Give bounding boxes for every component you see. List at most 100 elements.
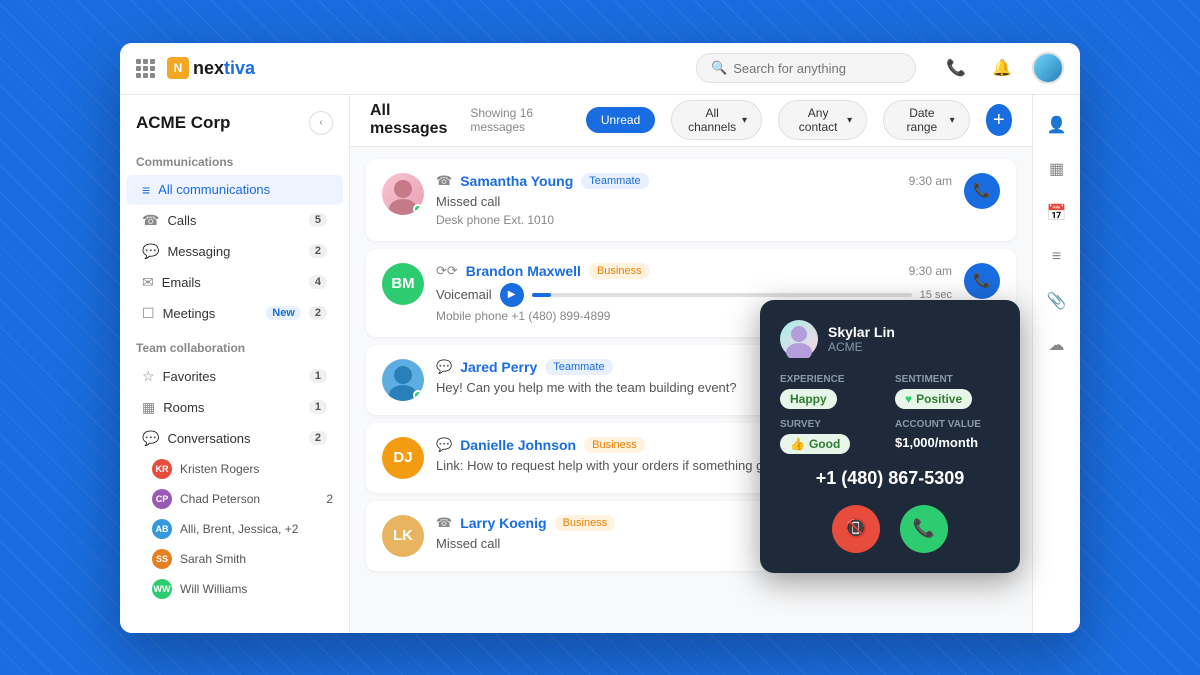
experience-label: EXPERIENCE	[780, 374, 885, 385]
message-time: 9:30 am	[909, 264, 952, 278]
sidebar-item-label: Conversations	[167, 431, 300, 446]
sidebar-item-calls[interactable]: ☎ Calls 5	[126, 205, 343, 236]
grid-side-icon[interactable]: ▦	[1039, 151, 1075, 187]
bell-icon-btn[interactable]: 🔔	[986, 52, 1018, 84]
samantha-avatar	[382, 173, 424, 215]
conversations-badge: 2	[309, 431, 327, 445]
kristen-avatar: KR	[152, 459, 172, 479]
any-contact-filter-btn[interactable]: Any contact ▾	[778, 100, 867, 140]
popup-actions: 📵 📞	[780, 505, 1000, 553]
sidebar: ACME Corp ‹ Communications ≡ All communi…	[120, 95, 350, 633]
meetings-icon: ☐	[142, 305, 155, 322]
duration-label: 15 sec	[920, 289, 952, 301]
sub-item-will[interactable]: WW Will Williams	[120, 574, 349, 604]
calls-badge: 5	[309, 213, 327, 227]
calls-icon: ☎	[142, 212, 159, 229]
showing-label: Showing 16 messages	[470, 106, 570, 134]
online-indicator	[413, 390, 423, 400]
contact-tag: Business	[589, 263, 650, 279]
kristen-label: Kristen Rogers	[180, 462, 259, 476]
jared-avatar	[382, 359, 424, 401]
cloud-side-icon[interactable]: ☁	[1039, 327, 1075, 363]
call-action-btn[interactable]: 📞	[964, 263, 1000, 299]
message-card-samantha[interactable]: ☎ Samantha Young Teammate 9:30 am Missed…	[366, 159, 1016, 241]
contact-tag: Business	[584, 437, 645, 453]
accept-call-btn[interactable]: 📞	[900, 505, 948, 553]
calendar-side-icon[interactable]: 📅	[1039, 195, 1075, 231]
grid-menu-icon[interactable]	[136, 59, 155, 78]
date-range-filter-btn[interactable]: Date range ▾	[883, 100, 969, 140]
voicemail-type-icon: ⟳⟳	[436, 263, 458, 279]
account-value-cell: ACCOUNT VALUE $1,000/month	[895, 419, 1000, 454]
sub-item-sarah[interactable]: SS Sarah Smith	[120, 544, 349, 574]
call-action-btn[interactable]: 📞	[964, 173, 1000, 209]
communications-title: Communications	[120, 143, 349, 175]
account-value-label: ACCOUNT VALUE	[895, 419, 1000, 430]
search-bar[interactable]: 🔍	[696, 53, 916, 83]
sub-item-alli[interactable]: AB Alli, Brent, Jessica, +2	[120, 514, 349, 544]
person-side-icon[interactable]: 👤	[1039, 107, 1075, 143]
message-type-icon: 💬	[436, 437, 452, 453]
call-type-icon: ☎	[436, 173, 452, 189]
sub-item-kristen[interactable]: KR Kristen Rogers	[120, 454, 349, 484]
messages-header: All messages Showing 16 messages Unread …	[350, 95, 1032, 147]
messages-title: All messages	[370, 102, 454, 138]
sender-name: Samantha Young	[460, 173, 573, 189]
will-label: Will Williams	[180, 582, 247, 596]
logo-text: nextiva	[193, 58, 255, 79]
sidebar-item-messaging[interactable]: 💬 Messaging 2	[126, 236, 343, 267]
emails-icon: ✉	[142, 274, 154, 291]
decline-call-btn[interactable]: 📵	[832, 505, 880, 553]
sub-item-chad[interactable]: CP Chad Peterson 2	[120, 484, 349, 514]
sarah-label: Sarah Smith	[180, 552, 246, 566]
chad-badge: 2	[326, 492, 333, 506]
online-indicator	[413, 204, 423, 214]
sender-name: Jared Perry	[460, 359, 537, 375]
sidebar-item-meetings[interactable]: ☐ Meetings New 2	[126, 298, 343, 329]
sender-name: Larry Koenig	[460, 515, 546, 531]
sidebar-item-all-communications[interactable]: ≡ All communications	[126, 175, 343, 205]
message-time: 9:30 am	[909, 174, 952, 188]
sidebar-item-conversations[interactable]: 💬 Conversations 2	[126, 423, 343, 454]
brandon-avatar: BM	[382, 263, 424, 305]
unread-filter-btn[interactable]: Unread	[586, 107, 655, 133]
popup-header: Skylar Lin ACME	[780, 320, 1000, 358]
sentiment-label: SENTIMENT	[895, 374, 1000, 385]
message-content: ☎ Samantha Young Teammate 9:30 am Missed…	[436, 173, 952, 227]
sender-name: Danielle Johnson	[460, 437, 576, 453]
chad-label: Chad Peterson	[180, 492, 260, 506]
play-btn[interactable]: ▶	[500, 283, 524, 307]
user-avatar[interactable]	[1032, 52, 1064, 84]
popup-name: Skylar Lin	[828, 324, 895, 340]
call-type-icon: ☎	[436, 515, 452, 531]
progress-fill	[532, 293, 551, 297]
messaging-icon: 💬	[142, 243, 159, 260]
add-btn[interactable]: +	[986, 104, 1012, 136]
all-channels-filter-btn[interactable]: All channels ▾	[671, 100, 762, 140]
survey-cell: SURVEY 👍 Good	[780, 419, 885, 454]
larry-avatar: LK	[382, 515, 424, 557]
message-top: ☎ Samantha Young Teammate 9:30 am	[436, 173, 952, 189]
will-avatar: WW	[152, 579, 172, 599]
search-input[interactable]	[733, 61, 901, 76]
sidebar-item-favorites[interactable]: ☆ Favorites 1	[126, 361, 343, 392]
popup-avatar	[780, 320, 818, 358]
danielle-avatar: DJ	[382, 437, 424, 479]
collapse-btn[interactable]: ‹	[309, 111, 333, 135]
list-side-icon[interactable]: ≡	[1039, 239, 1075, 275]
sidebar-item-label: Rooms	[163, 400, 301, 415]
experience-value: Happy	[780, 389, 837, 409]
sidebar-item-rooms[interactable]: ▦ Rooms 1	[126, 392, 343, 423]
contact-tag: Teammate	[545, 359, 612, 375]
sidebar-item-emails[interactable]: ✉ Emails 4	[126, 267, 343, 298]
message-type-icon: 💬	[436, 359, 452, 375]
clip-side-icon[interactable]: 📎	[1039, 283, 1075, 319]
meetings-new-badge: New	[266, 306, 301, 320]
contact-tag: Teammate	[581, 173, 648, 189]
side-icons: 👤 ▦ 📅 ≡ 📎 ☁	[1032, 95, 1080, 633]
phone-icon-btn[interactable]: 📞	[940, 52, 972, 84]
rooms-badge: 1	[309, 400, 327, 414]
sidebar-item-label: Favorites	[163, 369, 301, 384]
emails-badge: 4	[309, 275, 327, 289]
account-name: ACME Corp	[136, 113, 230, 133]
